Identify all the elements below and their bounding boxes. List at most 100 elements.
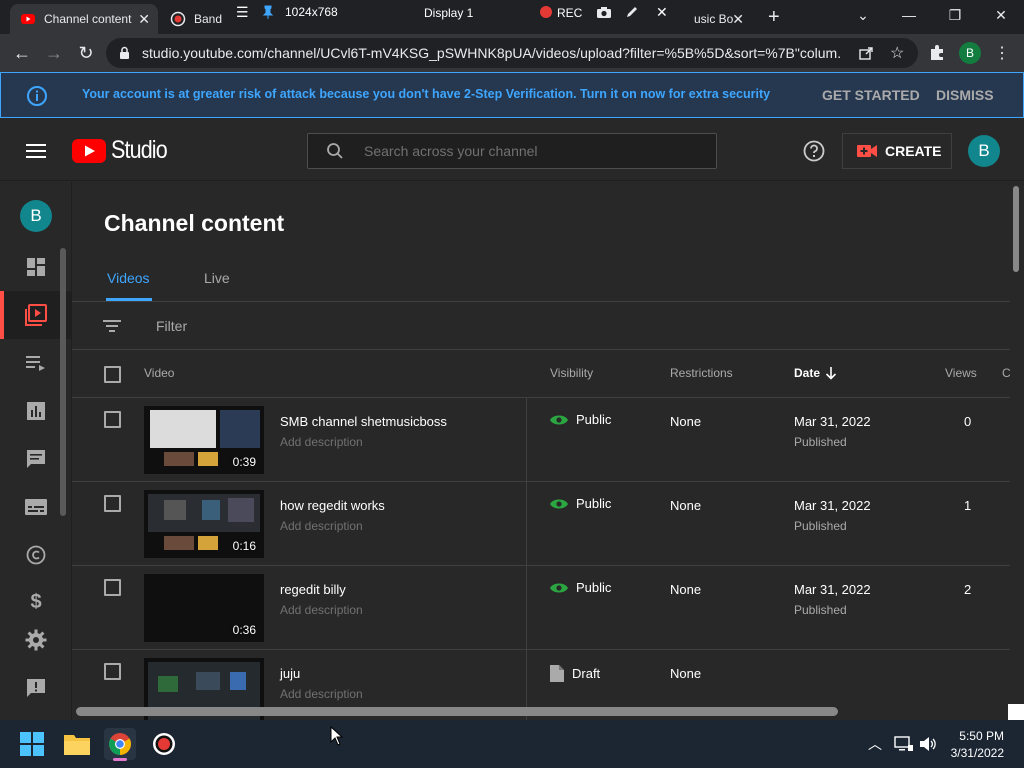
minimize-icon[interactable]: — (886, 0, 932, 30)
hamburger-menu-icon[interactable] (26, 144, 46, 158)
reload-icon[interactable]: ↻ (74, 41, 98, 65)
video-thumbnail[interactable]: 0:36 (144, 574, 264, 642)
tab-videos[interactable]: Videos (107, 270, 150, 286)
video-description[interactable]: Add description (280, 519, 363, 533)
sidebar-item-feedback[interactable] (0, 664, 72, 712)
video-title[interactable]: juju (280, 666, 300, 681)
bookmark-star-icon[interactable]: ☆ (890, 43, 904, 63)
address-bar[interactable]: studio.youtube.com/channel/UCvl6T-mV4KSG… (106, 38, 918, 68)
column-header-comments[interactable]: C (1002, 366, 1010, 380)
video-title[interactable]: how regedit works (280, 498, 385, 513)
help-icon[interactable] (803, 140, 825, 162)
eye-public-icon (550, 583, 568, 592)
search-placeholder: Search across your channel (364, 143, 538, 159)
vertical-scrollbar[interactable] (1013, 186, 1019, 272)
mouse-cursor-icon (330, 726, 344, 746)
column-header-views[interactable]: Views (945, 366, 977, 380)
sidebar-item-earn[interactable]: $ (0, 579, 72, 609)
rec-label[interactable]: REC (557, 6, 582, 20)
channel-avatar[interactable]: B (20, 200, 52, 232)
row-checkbox[interactable] (104, 663, 121, 680)
divider (72, 349, 1010, 350)
sort-down-arrow-icon[interactable] (825, 367, 837, 380)
page-title: Channel content (104, 210, 285, 236)
file-explorer-icon[interactable] (61, 728, 93, 760)
select-all-checkbox[interactable] (104, 366, 121, 383)
filter-input[interactable]: Filter (156, 318, 187, 334)
search-input[interactable]: Search across your channel (307, 133, 717, 169)
browser-tab-music-boss[interactable]: usic Bo ✕ (684, 4, 750, 34)
browser-tab-band[interactable]: Band (160, 4, 230, 34)
dismiss-button[interactable]: DISMISS (936, 87, 994, 103)
speaker-icon[interactable] (919, 736, 937, 752)
video-camera-plus-icon (857, 145, 877, 157)
visibility-label: Public (576, 496, 612, 511)
close-tab-icon[interactable]: ✕ (732, 11, 744, 27)
close-window-icon[interactable]: ✕ (978, 0, 1024, 30)
column-header-restrictions[interactable]: Restrictions (670, 366, 733, 380)
filter-icon[interactable] (103, 319, 121, 333)
lock-icon[interactable] (119, 46, 130, 60)
tab-search-chevron-icon[interactable]: ⌄ (840, 0, 886, 30)
close-recorder-icon[interactable]: ✕ (656, 4, 668, 21)
table-row[interactable]: 0:39 SMB channel shetmusicboss Add descr… (72, 398, 1010, 482)
back-arrow-icon[interactable]: ← (10, 41, 34, 65)
chrome-profile-avatar[interactable]: B (959, 42, 981, 64)
extensions-puzzle-icon[interactable] (929, 44, 946, 61)
video-description[interactable]: Add description (280, 435, 363, 449)
chrome-taskbar-icon[interactable] (104, 728, 136, 761)
video-description[interactable]: Add description (280, 603, 363, 617)
system-clock[interactable]: 5:50 PM 3/31/2022 (946, 729, 1004, 760)
table-row[interactable]: 0:36 regedit billy Add description Publi… (72, 566, 1010, 650)
create-button[interactable]: CREATE (842, 133, 952, 169)
video-title[interactable]: SMB channel shetmusicboss (280, 414, 447, 429)
sidebar-scrollbar[interactable] (60, 248, 66, 516)
table-row[interactable]: 0:16 how regedit works Add description P… (72, 482, 1010, 566)
restrictions-value: None (670, 666, 702, 681)
pin-icon[interactable] (262, 5, 274, 19)
row-checkbox[interactable] (104, 495, 121, 512)
tab-live[interactable]: Live (204, 270, 230, 286)
column-header-visibility[interactable]: Visibility (550, 366, 593, 380)
sidebar-item-copyright[interactable] (0, 531, 72, 579)
recorder-overlay-bar: ☰ 1024x768 Display 1 REC ✕ (228, 0, 684, 26)
record-icon (153, 733, 175, 755)
windows-start-icon[interactable] (16, 728, 48, 760)
visibility-status[interactable]: Public (550, 496, 611, 511)
get-started-button[interactable]: GET STARTED (822, 87, 920, 103)
account-avatar[interactable]: B (968, 135, 1000, 167)
visibility-status[interactable]: Public (550, 580, 611, 595)
column-divider (526, 566, 527, 650)
row-checkbox[interactable] (104, 579, 121, 596)
camera-icon[interactable] (596, 6, 612, 19)
eye-public-icon (550, 499, 568, 508)
menu-icon[interactable]: ☰ (236, 4, 249, 21)
publish-status: Published (794, 435, 847, 449)
copyright-icon (26, 545, 46, 565)
restore-icon[interactable]: ❐ (932, 0, 978, 30)
bandicam-taskbar-icon[interactable] (148, 728, 180, 760)
row-checkbox[interactable] (104, 411, 121, 428)
share-icon[interactable] (858, 45, 874, 61)
youtube-logo-icon[interactable] (72, 139, 106, 163)
bandicam-favicon-icon (170, 11, 186, 27)
browser-tab-channel-content[interactable]: Channel content ✕ (10, 4, 158, 34)
video-title[interactable]: regedit billy (280, 582, 346, 597)
chevron-up-icon[interactable]: ︿ (868, 734, 882, 754)
recording-display: Display 1 (424, 6, 474, 20)
visibility-status[interactable]: Draft (550, 665, 600, 682)
video-duration: 0:39 (232, 455, 256, 469)
video-thumbnail[interactable]: 0:39 (144, 406, 264, 474)
network-icon[interactable] (894, 736, 914, 752)
forward-arrow-icon[interactable]: → (42, 41, 66, 65)
horizontal-scrollbar[interactable] (76, 707, 838, 716)
pencil-icon[interactable] (625, 5, 639, 19)
new-tab-icon[interactable]: + (768, 6, 780, 29)
video-description[interactable]: Add description (280, 687, 363, 701)
close-tab-icon[interactable]: ✕ (138, 11, 150, 27)
chrome-menu-kebab-icon[interactable]: ⋮ (990, 41, 1014, 65)
visibility-status[interactable]: Public (550, 412, 611, 427)
sidebar-item-settings[interactable] (0, 616, 72, 664)
column-header-date[interactable]: Date (794, 366, 820, 380)
video-thumbnail[interactable]: 0:16 (144, 490, 264, 558)
